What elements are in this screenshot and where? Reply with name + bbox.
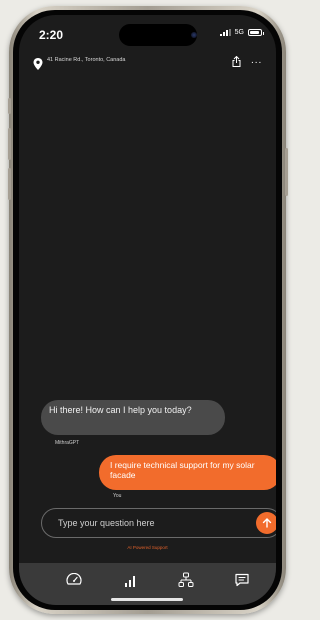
battery-fill <box>250 31 259 34</box>
chat-icon <box>235 573 249 587</box>
bot-sender-label: MithraGPT <box>55 440 80 446</box>
question-input-container <box>41 508 276 538</box>
nav-dashboard[interactable] <box>65 572 83 588</box>
camera-icon <box>191 32 197 38</box>
home-indicator[interactable] <box>111 598 183 601</box>
analytics-icon <box>125 575 135 587</box>
status-time: 2:20 <box>39 28 64 42</box>
signal-icon <box>219 29 231 36</box>
location-address: 41 Racine Rd., Toronto, Canada <box>47 57 126 63</box>
bot-message-bubble: Hi there! How can I help you today? <box>41 400 225 435</box>
arrow-up-icon <box>262 518 272 528</box>
dashboard-icon <box>66 573 82 585</box>
nav-analytics[interactable] <box>122 572 140 588</box>
location-pin-icon <box>33 58 43 70</box>
status-indicators: 5G <box>219 29 264 36</box>
app-screen: 2:20 5G 41 Racine Rd., Toronto, Canada .… <box>19 15 276 605</box>
ai-powered-note: AI Powered Support <box>127 545 168 550</box>
volume-down-button <box>8 168 11 200</box>
network-label: 5G <box>234 29 244 36</box>
share-icon[interactable] <box>232 56 241 67</box>
silent-switch <box>8 98 11 114</box>
volume-up-button <box>8 128 11 160</box>
question-input[interactable] <box>58 516 248 530</box>
more-options-icon[interactable]: ... <box>251 56 262 66</box>
nav-network[interactable] <box>177 572 195 588</box>
user-message-bubble: I require technical support for my solar… <box>99 455 276 490</box>
battery-icon <box>248 29 264 36</box>
network-icon <box>178 572 194 587</box>
user-sender-label: You <box>113 493 122 499</box>
location-header[interactable]: 41 Racine Rd., Toronto, Canada <box>33 57 157 70</box>
bottom-nav <box>19 563 276 605</box>
send-button[interactable] <box>256 512 276 534</box>
nav-chat[interactable] <box>233 572 251 588</box>
power-button <box>285 148 288 196</box>
dynamic-island <box>119 24 197 46</box>
